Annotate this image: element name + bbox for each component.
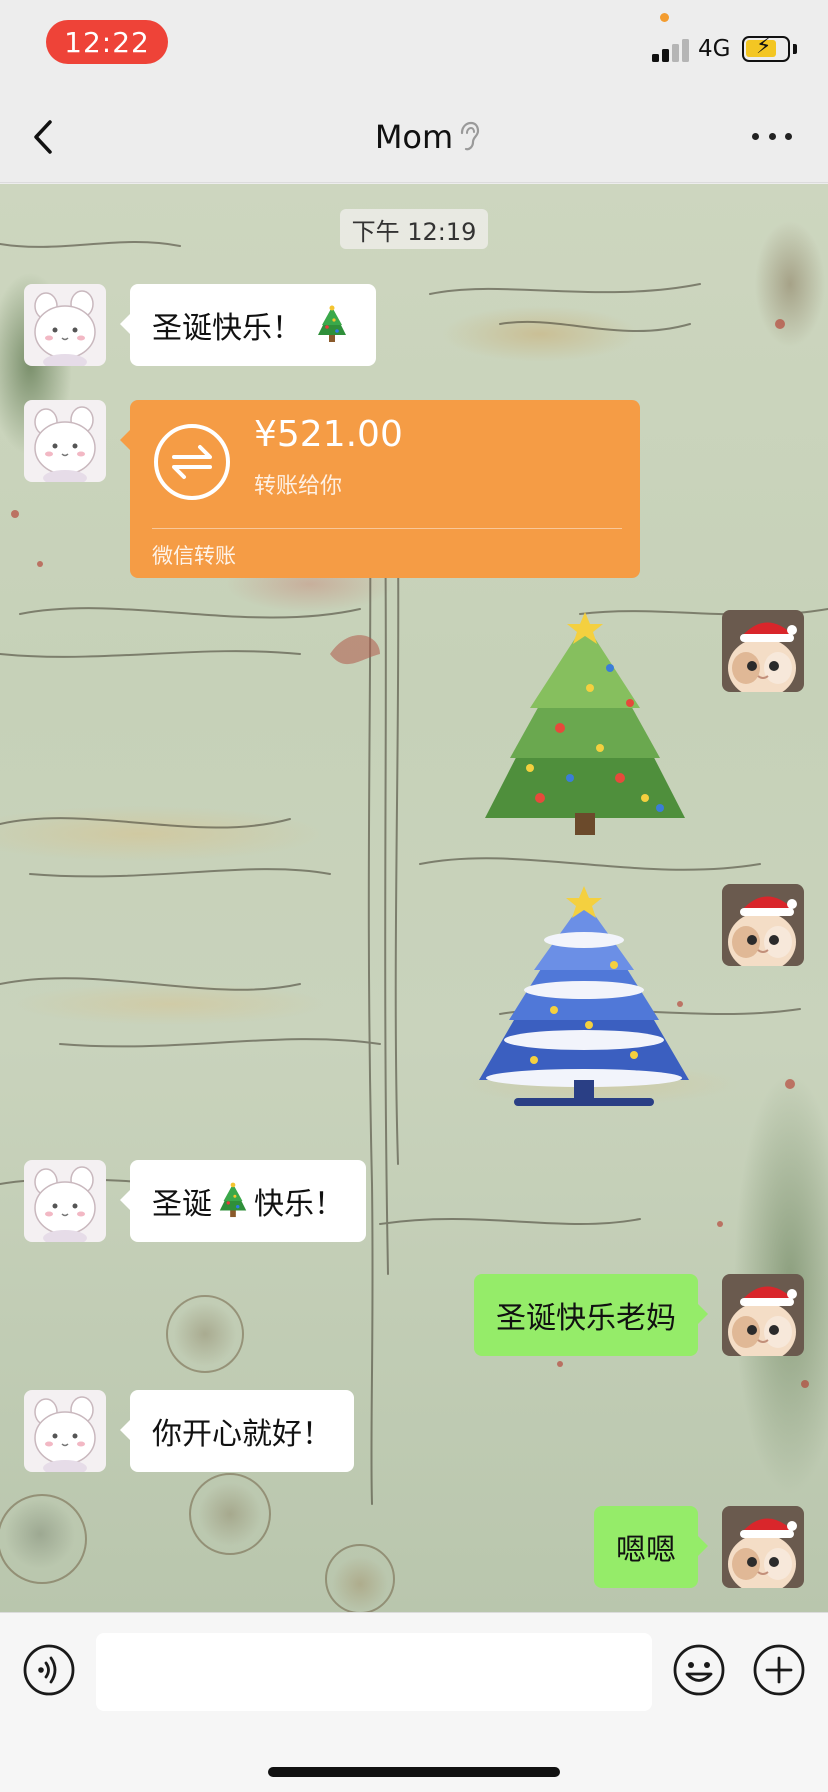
message-text: 圣诞快乐！ <box>152 311 302 346</box>
battery-charging-icon: ⚡ <box>742 34 790 62</box>
message-text: 你开心就好！ <box>152 1417 332 1452</box>
transfer-amount: ¥521.00 <box>254 414 403 455</box>
message-input[interactable] <box>96 1633 652 1711</box>
message-bubble[interactable]: 圣诞 快乐！ <box>120 1160 366 1242</box>
voice-icon <box>23 1644 75 1696</box>
self-avatar[interactable] <box>722 1506 804 1588</box>
voice-button[interactable] <box>22 1643 76 1697</box>
home-indicator[interactable] <box>268 1767 560 1777</box>
input-bar <box>0 1612 828 1792</box>
transfer-note: 转账给你 <box>254 474 343 499</box>
transfer-card[interactable]: ¥521.00 转账给你 微信转账 <box>120 400 640 578</box>
blue-christmas-tree-sticker[interactable] <box>464 880 704 1120</box>
message-bubble[interactable]: 圣诞快乐！ <box>120 284 376 366</box>
contact-avatar[interactable] <box>24 1160 106 1242</box>
contact-avatar[interactable] <box>24 1390 106 1472</box>
message-bubble[interactable]: 嗯嗯 <box>594 1506 708 1588</box>
message-text: 快乐！ <box>254 1187 344 1222</box>
christmas-tree-icon <box>318 305 346 342</box>
message-bubble[interactable]: 圣诞快乐老妈 <box>474 1274 708 1356</box>
contact-avatar[interactable] <box>24 400 106 482</box>
plus-button[interactable] <box>752 1643 806 1697</box>
message-text: 圣诞 <box>152 1187 212 1222</box>
status-bar: 12:22 4G ⚡ <box>0 0 828 90</box>
message-timestamp: 下午 12:19 <box>340 209 488 249</box>
battery-cap <box>793 44 797 54</box>
contact-avatar[interactable] <box>24 284 106 366</box>
privacy-indicator-dot <box>660 13 669 22</box>
message-text: 嗯嗯 <box>616 1533 676 1568</box>
green-christmas-tree-sticker[interactable] <box>470 608 700 848</box>
more-button[interactable] <box>752 116 792 156</box>
ear-icon <box>460 121 480 151</box>
message-text: 圣诞快乐老妈 <box>496 1301 676 1336</box>
more-icon <box>752 132 759 140</box>
chat-messages[interactable]: 下午 12:19 圣诞快乐！ ¥521.00 转账给你 微信转账 圣诞 快乐！ … <box>0 184 828 1612</box>
emoji-button[interactable] <box>672 1643 726 1697</box>
status-time: 12:22 <box>46 20 168 64</box>
chat-header: Mom <box>0 90 828 183</box>
contact-name: Mom <box>374 118 454 156</box>
transfer-arrows-icon <box>154 424 230 500</box>
self-avatar[interactable] <box>722 1274 804 1356</box>
divider <box>152 528 622 529</box>
emoji-icon <box>673 1644 725 1696</box>
self-avatar[interactable] <box>722 884 804 966</box>
message-bubble[interactable]: 你开心就好！ <box>120 1390 354 1472</box>
christmas-tree-icon <box>219 1182 247 1218</box>
signal-strength-icon <box>652 38 692 62</box>
transfer-label: 微信转账 <box>152 544 236 568</box>
network-type: 4G <box>698 36 731 62</box>
self-avatar[interactable] <box>722 610 804 692</box>
plus-icon <box>753 1644 805 1696</box>
